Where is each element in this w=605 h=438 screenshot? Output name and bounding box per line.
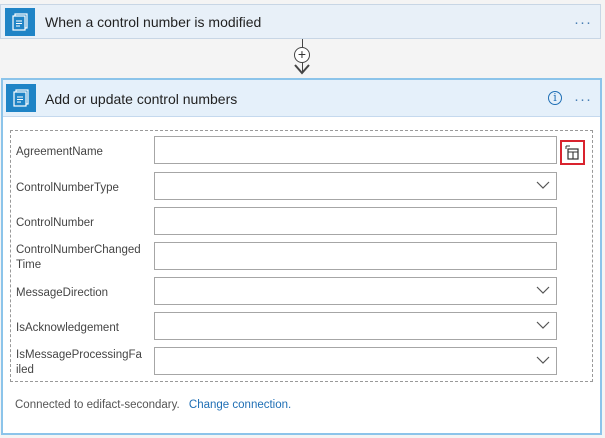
field-label: ControlNumberChangedTime — [16, 244, 141, 271]
chevron-down-icon — [536, 181, 550, 189]
field-label: IsMessageProcessingFailed — [16, 349, 142, 376]
dynamic-content-button[interactable] — [560, 140, 585, 165]
info-icon[interactable]: i — [548, 91, 562, 105]
action-more-button[interactable]: ··· — [574, 92, 592, 107]
is-acknowledgement-select[interactable] — [154, 312, 557, 340]
trigger-title: When a control number is modified — [45, 14, 262, 30]
field-label: IsAcknowledgement — [16, 322, 119, 334]
arrow-down-icon — [294, 64, 310, 75]
field-label: ControlNumberType — [16, 182, 119, 194]
control-number-changed-time-input[interactable] — [154, 242, 557, 270]
field-label: ControlNumber — [16, 217, 94, 229]
message-direction-select[interactable] — [154, 277, 557, 305]
trigger-more-button[interactable]: ··· — [574, 15, 592, 30]
document-stack-icon — [5, 8, 35, 36]
chevron-down-icon — [536, 286, 550, 294]
change-connection-link[interactable]: Change connection. — [189, 399, 291, 411]
is-message-processing-failed-select[interactable] — [154, 347, 557, 375]
action-header[interactable]: Add or update control numbers i ··· — [3, 80, 600, 117]
document-stack-icon — [6, 84, 36, 112]
control-number-type-select[interactable] — [154, 172, 557, 200]
connection-info: Connected to edifact-secondary. Change c… — [15, 399, 291, 411]
add-step-button[interactable]: + — [294, 47, 310, 63]
trigger-card[interactable]: When a control number is modified ··· — [0, 4, 601, 39]
agreement-name-input[interactable] — [154, 136, 557, 164]
connection-status: Connected to edifact-secondary. — [15, 399, 180, 411]
field-label: AgreementName — [16, 146, 103, 158]
table-icon — [565, 145, 579, 160]
parameters-form: AgreementName ControlNumberType ControlN… — [10, 130, 593, 382]
control-number-input[interactable] — [154, 207, 557, 235]
chevron-down-icon — [536, 321, 550, 329]
action-title: Add or update control numbers — [45, 91, 238, 107]
action-card: Add or update control numbers i ··· Agre… — [1, 78, 602, 435]
chevron-down-icon — [536, 356, 550, 364]
field-label: MessageDirection — [16, 287, 109, 299]
